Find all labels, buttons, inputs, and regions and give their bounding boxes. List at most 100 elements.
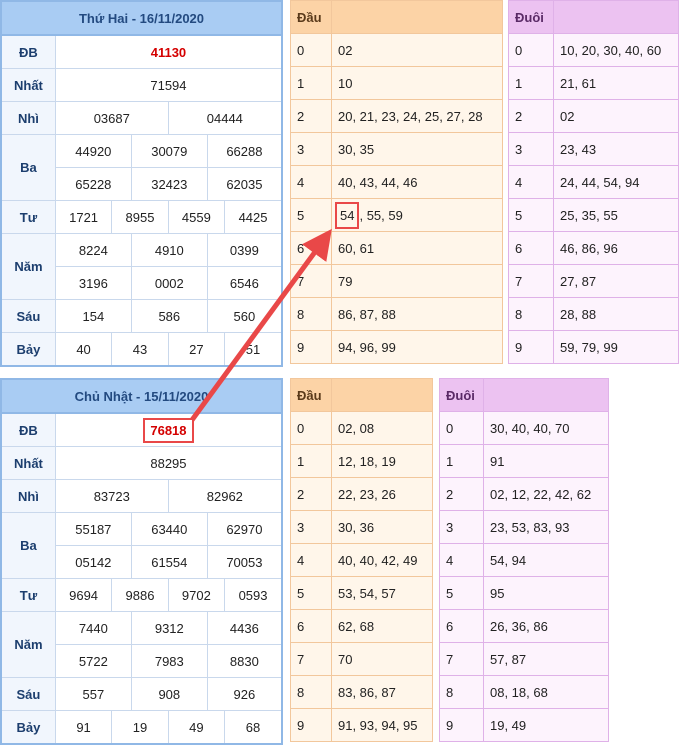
sixth-prize-value: 560 [233, 308, 256, 324]
tail-digit: 6 [508, 231, 554, 265]
prize-label-nhi: Nhì [0, 101, 56, 135]
tail-digit: 8 [439, 675, 484, 709]
head-digit: 2 [290, 477, 332, 511]
head-values: 10 [331, 66, 503, 100]
tail-values: 19, 49 [483, 708, 609, 742]
tail-digit: 1 [508, 66, 554, 100]
head-values: 70 [331, 642, 433, 676]
tail-header: Đuôi [508, 0, 554, 34]
head-digit: 6 [290, 231, 332, 265]
head-digit: 6 [290, 609, 332, 643]
second-prize-value: 83723 [54, 479, 169, 513]
tail-values: 26, 36, 86 [483, 609, 609, 643]
tail-values: 08, 18, 68 [483, 675, 609, 709]
fourth-prize-value: 9694 [54, 578, 113, 612]
head-values: 53, 54, 57 [331, 576, 433, 610]
tail-values: 23, 43 [553, 132, 679, 166]
third-prize-value: 55187 [55, 513, 132, 545]
head-digit: 3 [290, 510, 332, 544]
tail-digit: 5 [439, 576, 484, 610]
prize-label-db: ĐB [0, 412, 56, 447]
head-values: 86, 87, 88 [331, 297, 503, 331]
seventh-prize-value: 19 [111, 710, 169, 745]
head-values: 62, 68 [331, 609, 433, 643]
fourth-prize-value: 1721 [54, 200, 113, 234]
head-values: 20, 21, 23, 24, 25, 27, 28 [331, 99, 503, 133]
head-values: 30, 35 [331, 132, 503, 166]
sixth-prize-value: 557 [55, 678, 132, 710]
head-digit: 3 [290, 132, 332, 166]
tail-values: 54, 94 [483, 543, 609, 577]
fourth-prize-value: 0593 [224, 578, 283, 612]
tail-values: 25, 35, 55 [553, 198, 679, 232]
third-prize-value: 30079 [131, 135, 208, 167]
prize-label-nam: Năm [0, 233, 56, 300]
tail-header-blank [553, 0, 679, 34]
prize-label-db: ĐB [0, 34, 56, 69]
tail-header-blank [483, 378, 609, 412]
fifth-prize-value: 4910 [131, 234, 208, 266]
head-digit: 8 [290, 297, 332, 331]
head-values: 40, 43, 44, 46 [331, 165, 503, 199]
tail-values: 91 [483, 444, 609, 478]
seventh-prize-value: 49 [167, 710, 226, 745]
head-digit: 9 [290, 708, 332, 742]
head-values: 12, 18, 19 [331, 444, 433, 478]
tail-header: Đuôi [439, 378, 484, 412]
tail-digit: 2 [508, 99, 554, 133]
prize-label-ba: Ba [0, 134, 56, 201]
seventh-prize-value: 91 [54, 710, 113, 745]
third-prize-value: 61554 [131, 546, 208, 578]
head-header-blank [331, 378, 433, 412]
head-values: 02 [331, 33, 503, 67]
head-digit: 1 [290, 444, 332, 478]
first-prize-value: 88295 [54, 446, 283, 480]
head-values: 54, 55, 59 [331, 198, 503, 232]
head-digit: 4 [290, 165, 332, 199]
head-digit: 2 [290, 99, 332, 133]
sixth-prize-value: 586 [131, 300, 208, 332]
tail-digit: 4 [508, 165, 554, 199]
tail-values: 57, 87 [483, 642, 609, 676]
head-header: Đầu [290, 378, 332, 412]
fifth-prize-value: 5722 [55, 645, 132, 677]
highlight-box: 54 [335, 201, 360, 229]
fifth-prize-value: 0002 [131, 267, 208, 299]
third-prize-value: 05142 [55, 546, 132, 578]
prize-label-tu: Tư [0, 578, 56, 612]
head-values: 79 [331, 264, 503, 298]
third-prize-value: 62970 [226, 521, 263, 537]
tail-values: 59, 79, 99 [553, 330, 679, 364]
third-prize-value: 70053 [226, 554, 263, 570]
tail-values: 02, 12, 22, 42, 62 [483, 477, 609, 511]
tail-digit: 6 [439, 609, 484, 643]
tail-digit: 7 [508, 264, 554, 298]
head-digit: 8 [290, 675, 332, 709]
tail-digit: 1 [439, 444, 484, 478]
prize-label-nhat: Nhất [0, 446, 56, 480]
tail-values: 46, 86, 96 [553, 231, 679, 265]
head-values: 83, 86, 87 [331, 675, 433, 709]
head-digit: 7 [290, 642, 332, 676]
third-prize-value: 63440 [131, 513, 208, 545]
prize-label-nhat: Nhất [0, 68, 56, 102]
fifth-prize-value: 8224 [55, 234, 132, 266]
head-digit: 4 [290, 543, 332, 577]
head-values: 30, 36 [331, 510, 433, 544]
seventh-prize-value: 68 [224, 710, 283, 745]
fourth-prize-value: 9702 [167, 578, 226, 612]
tail-digit: 5 [508, 198, 554, 232]
head-values: 94, 96, 99 [331, 330, 503, 364]
head-digit: 9 [290, 330, 332, 364]
monday-results: Thứ Hai - 16/11/2020 ĐB 41130 Nhất 71594… [0, 0, 283, 367]
fifth-prize-value: 8830 [229, 653, 259, 669]
tail-digit: 9 [508, 330, 554, 364]
head-values: 60, 61 [331, 231, 503, 265]
tail-values: 21, 61 [553, 66, 679, 100]
head-values: 22, 23, 26 [331, 477, 433, 511]
head-values: 02, 08 [331, 411, 433, 445]
fifth-prize-value: 0399 [229, 242, 259, 258]
head-digit: 0 [290, 411, 332, 445]
tail-values: 10, 20, 30, 40, 60 [553, 33, 679, 67]
seventh-prize-value: 43 [111, 332, 169, 367]
